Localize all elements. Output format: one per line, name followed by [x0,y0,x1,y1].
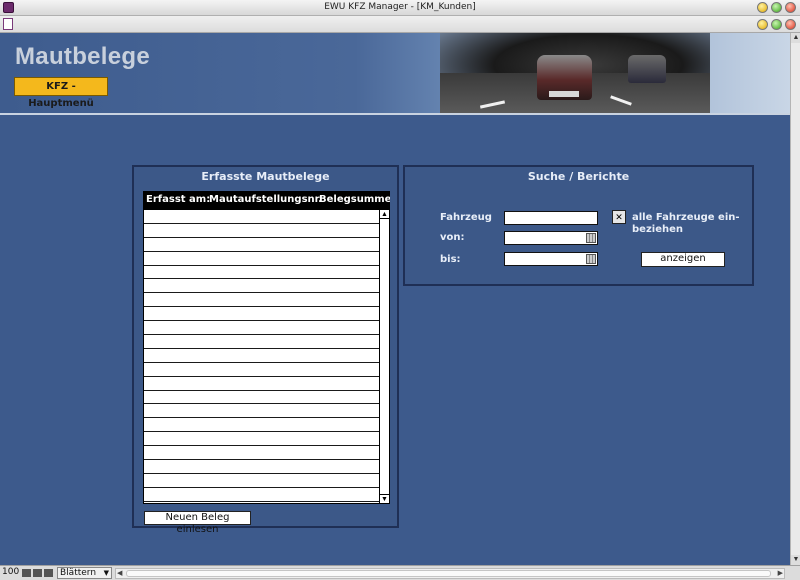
list-item[interactable] [144,224,380,238]
from-date-label: von: [440,232,465,243]
mode-select[interactable]: Blättern ▼ [57,567,112,579]
main-menu-button[interactable]: KFZ - Hauptmenü [14,77,108,109]
doc-close-button[interactable] [785,19,796,30]
show-button[interactable]: anzeigen [641,252,725,267]
list-item[interactable] [144,252,380,266]
list-item[interactable] [144,293,380,308]
column-header-captured[interactable]: Erfasst am: [146,191,210,209]
close-button[interactable] [785,2,796,13]
to-date-input[interactable] [504,252,598,266]
calendar-icon[interactable] [586,233,596,243]
document-icon [3,18,13,30]
list-item[interactable] [144,488,380,502]
doc-minimize-button[interactable] [757,19,768,30]
all-vehicles-label-line1: alle Fahrzeuge ein- [632,212,740,223]
receipts-list-scrollbar[interactable]: ▲ ▼ [379,210,389,503]
zoom-level[interactable]: 100 [2,567,19,577]
list-item[interactable] [144,266,380,280]
window-vertical-scrollbar[interactable]: ▲ ▼ [790,33,800,565]
list-item[interactable] [144,363,380,377]
scroll-left-arrow-icon[interactable]: ◀ [117,569,122,578]
window-title: EWU KFZ Manager - [KM_Kunden] [324,2,476,12]
zoom-in-icon[interactable] [33,569,42,577]
zoom-out-icon[interactable] [22,569,31,577]
scroll-down-arrow-icon[interactable]: ▼ [380,494,389,503]
horizontal-scrollbar[interactable]: ◀ ▶ [115,568,785,579]
tunnel-photo [440,33,710,113]
list-item[interactable] [144,418,380,433]
from-date-input[interactable] [504,231,598,245]
header-banner: Mautbelege KFZ - Hauptmenü [0,33,790,113]
window-titlebar: EWU KFZ Manager - [KM_Kunden] [0,0,800,16]
list-item[interactable] [144,279,380,294]
list-item[interactable] [144,391,380,405]
mode-value: Blättern [60,568,97,578]
receipts-list-header: Erfasst am: Mautaufstellungsnr. Belegsum… [143,191,390,209]
all-vehicles-label-line2: beziehen [632,224,683,235]
list-item[interactable] [144,460,380,474]
scroll-right-arrow-icon[interactable]: ▶ [778,569,783,578]
scroll-down-arrow-icon[interactable]: ▼ [791,555,800,565]
header-divider [0,113,790,115]
list-item[interactable] [144,321,380,336]
list-item[interactable] [144,238,380,252]
calendar-icon[interactable] [586,254,596,264]
list-item[interactable] [144,307,380,322]
list-item[interactable] [144,210,380,224]
maximize-button[interactable] [771,2,782,13]
vehicle-input[interactable] [504,211,598,225]
chevron-down-icon: ▼ [103,569,109,577]
scroll-up-arrow-icon[interactable]: ▲ [380,210,389,219]
document-bar [0,16,800,33]
doc-maximize-button[interactable] [771,19,782,30]
list-item[interactable] [144,404,380,419]
status-area-icon[interactable] [44,569,53,577]
list-item[interactable] [144,474,380,488]
minimize-button[interactable] [757,2,768,13]
column-header-statement-number[interactable]: Mautaufstellungsnr. [209,191,322,209]
scroll-up-arrow-icon[interactable]: ▲ [791,33,800,43]
list-item[interactable] [144,335,380,349]
receipts-panel: Erfasste Mautbelege Erfasst am: Mautaufs… [132,165,399,535]
scrollbar-thumb[interactable] [126,570,771,577]
list-item[interactable] [144,349,380,363]
column-header-amount[interactable]: Belegsumme [319,191,390,209]
receipts-panel-title: Erfasste Mautbelege [201,170,330,183]
receipts-list[interactable]: ▲ ▼ [143,209,390,504]
statusbar: 100 Blättern ▼ ◀ ▶ [0,565,800,580]
search-panel: Suche / Berichte Fahrzeug ✕ alle Fahrzeu… [403,165,754,286]
list-item[interactable] [144,377,380,391]
new-receipt-button[interactable]: Neuen Beleg einlesen [144,511,251,535]
to-date-label: bis: [440,254,461,265]
page-title: Mautbelege [15,43,151,70]
list-item[interactable] [144,446,380,461]
list-item[interactable] [144,432,380,447]
search-panel-title: Suche / Berichte [527,170,630,183]
all-vehicles-checkbox[interactable]: ✕ [612,210,626,224]
vehicle-label: Fahrzeug [440,212,492,223]
